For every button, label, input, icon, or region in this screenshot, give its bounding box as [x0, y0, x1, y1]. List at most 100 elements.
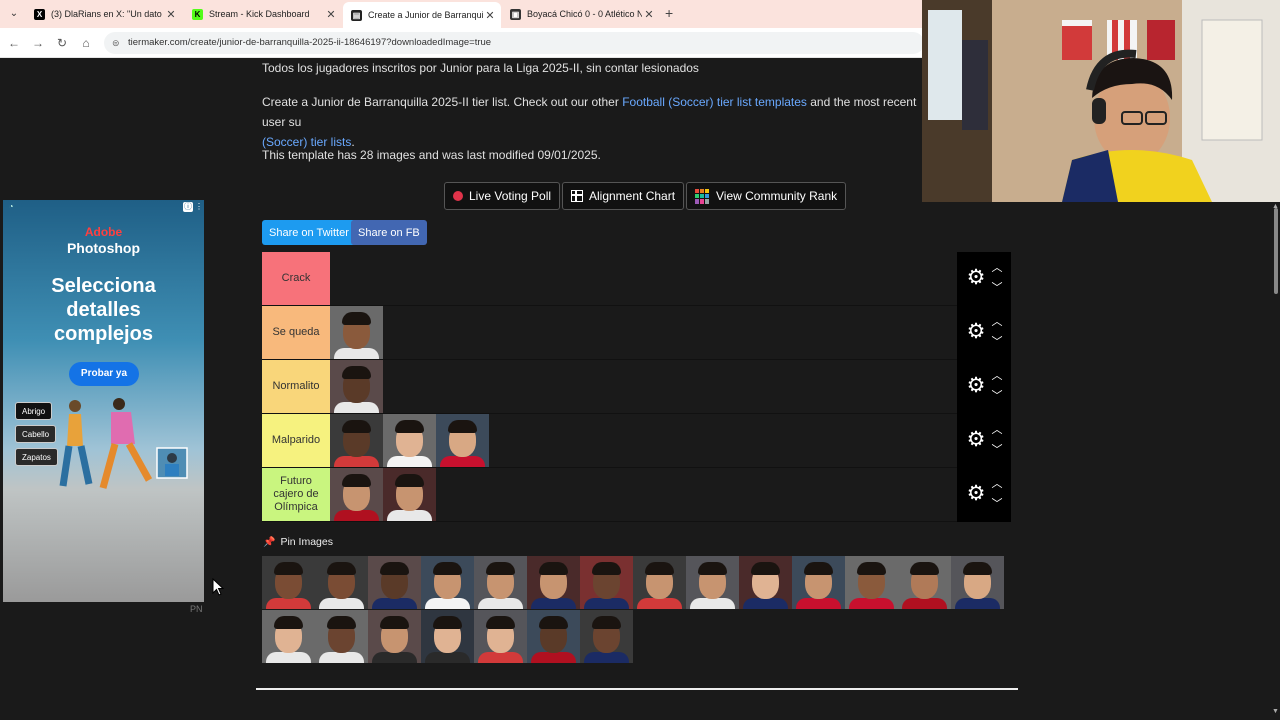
ad-info-icon[interactable]: ⓘ: [183, 202, 193, 212]
tier-row: Futuro cajero de Olímpica ⚙ ︿ ﹀: [262, 468, 1011, 522]
player-image[interactable]: [527, 610, 580, 663]
player-hair: [539, 616, 568, 629]
player-image[interactable]: [580, 610, 633, 663]
new-tab-icon[interactable]: +: [665, 5, 673, 21]
player-shirt: [334, 456, 379, 467]
tier-label[interactable]: Crack: [262, 252, 330, 305]
player-image[interactable]: [315, 610, 368, 663]
chevron-down-icon[interactable]: ﹀: [990, 444, 1004, 456]
gear-icon[interactable]: ⚙: [965, 321, 987, 343]
scroll-down-arrow-icon[interactable]: ▼: [1271, 708, 1280, 715]
tier-drop-zone[interactable]: [330, 414, 957, 467]
chevron-down-icon[interactable]: ﹀: [990, 498, 1004, 510]
mouse-cursor-icon: [212, 578, 224, 596]
close-icon[interactable]: ✕: [324, 8, 338, 21]
back-icon[interactable]: ←: [6, 35, 22, 51]
reload-icon[interactable]: ↻: [54, 35, 70, 51]
player-image[interactable]: [368, 610, 421, 663]
tier-drop-zone[interactable]: [330, 360, 957, 413]
chevron-up-icon[interactable]: ︿: [990, 478, 1004, 490]
player-image[interactable]: [368, 556, 421, 609]
player-image[interactable]: [383, 468, 436, 521]
tab-tiermaker[interactable]: ▤ Create a Junior de Barranquilla ✕: [343, 2, 501, 28]
player-image[interactable]: [739, 556, 792, 609]
player-image[interactable]: [580, 556, 633, 609]
scrollbar-thumb[interactable]: [1274, 208, 1278, 294]
ad-cta-button[interactable]: Probar ya: [69, 362, 139, 386]
gear-icon[interactable]: ⚙: [965, 429, 987, 451]
player-image[interactable]: [330, 360, 383, 413]
tier-label[interactable]: Futuro cajero de Olímpica: [262, 468, 330, 521]
player-hair: [539, 562, 568, 575]
gear-icon[interactable]: ⚙: [965, 375, 987, 397]
tier-label[interactable]: Se queda: [262, 306, 330, 359]
ad-close-icon[interactable]: ⋮: [194, 202, 204, 212]
ad-headline-line: Selecciona: [51, 275, 156, 297]
tier-drop-zone[interactable]: [330, 252, 957, 305]
forward-icon[interactable]: →: [30, 35, 46, 51]
player-image[interactable]: [898, 556, 951, 609]
kick-logo-icon: K: [192, 8, 203, 20]
url-field[interactable]: ⊜ tiermaker.com/create/junior-de-barranq…: [104, 32, 924, 54]
player-hair: [274, 562, 303, 575]
chevron-up-icon[interactable]: ︿: [990, 262, 1004, 274]
ad-chip[interactable]: Cabello: [15, 425, 57, 443]
gear-icon[interactable]: ⚙: [965, 267, 987, 289]
player-image[interactable]: [315, 556, 368, 609]
player-image[interactable]: [421, 610, 474, 663]
ad-choices-icon[interactable]: ◔: [6, 202, 16, 212]
ad-headline-line: detalles: [66, 299, 141, 321]
advertisement[interactable]: ◔ ⓘ ⋮ Adobe Photoshop Selecciona detalle…: [3, 200, 204, 602]
tier-label[interactable]: Malparido: [262, 414, 330, 467]
player-image[interactable]: [383, 414, 436, 467]
player-image[interactable]: [474, 610, 527, 663]
player-image[interactable]: [421, 556, 474, 609]
player-image[interactable]: [633, 556, 686, 609]
player-image[interactable]: [792, 556, 845, 609]
player-image[interactable]: [474, 556, 527, 609]
tab-search-icon[interactable]: ⌄: [6, 6, 22, 22]
player-image[interactable]: [845, 556, 898, 609]
live-voting-poll-button[interactable]: Live Voting Poll: [444, 182, 561, 210]
ad-chip[interactable]: Zapatos: [15, 448, 58, 466]
alignment-chart-button[interactable]: Alignment Chart: [562, 182, 685, 210]
player-hair: [698, 562, 727, 575]
player-image[interactable]: [951, 556, 1004, 609]
player-image[interactable]: [686, 556, 739, 609]
tab-kick-dashboard[interactable]: K Stream - Kick Dashboard ✕: [184, 2, 342, 26]
site-info-icon[interactable]: ⊜: [112, 32, 120, 54]
player-image[interactable]: [527, 556, 580, 609]
player-image[interactable]: [330, 306, 383, 359]
close-icon[interactable]: ✕: [642, 8, 656, 21]
scroll-up-arrow-icon[interactable]: ▲: [1271, 203, 1280, 210]
player-shirt: [531, 598, 576, 609]
player-image[interactable]: [330, 414, 383, 467]
tab-match[interactable]: ▣ Boyacá Chicó 0 - 0 Atlético Nac ✕: [502, 2, 660, 26]
player-image[interactable]: [436, 414, 489, 467]
chevron-up-icon[interactable]: ︿: [990, 316, 1004, 328]
view-community-rank-button[interactable]: View Community Rank: [686, 182, 847, 210]
tier-drop-zone[interactable]: [330, 468, 957, 521]
player-hair: [342, 312, 371, 325]
player-image[interactable]: [262, 610, 315, 663]
chevron-up-icon[interactable]: ︿: [990, 370, 1004, 382]
gear-icon[interactable]: ⚙: [965, 483, 987, 505]
chevron-down-icon[interactable]: ﹀: [990, 390, 1004, 402]
chevron-down-icon[interactable]: ﹀: [990, 282, 1004, 294]
player-image[interactable]: [262, 556, 315, 609]
ad-chip[interactable]: Abrigo: [15, 402, 53, 420]
share-twitter-button[interactable]: Share on Twitter: [262, 220, 356, 245]
close-icon[interactable]: ✕: [164, 8, 178, 21]
share-fb-button[interactable]: Share on FB: [351, 220, 427, 245]
tab-title: Create a Junior de Barranquilla: [368, 10, 483, 20]
tab-x-post[interactable]: X (3) DlaRians en X: "Un dato no ✕: [26, 2, 182, 26]
player-image[interactable]: [330, 468, 383, 521]
football-templates-link[interactable]: Football (Soccer) tier list templates: [622, 95, 807, 109]
chevron-up-icon[interactable]: ︿: [990, 424, 1004, 436]
home-icon[interactable]: ⌂: [78, 35, 94, 51]
tier-drop-zone[interactable]: [330, 306, 957, 359]
chevron-down-icon[interactable]: ﹀: [990, 336, 1004, 348]
tier-label[interactable]: Normalito: [262, 360, 330, 413]
close-icon[interactable]: ✕: [483, 9, 497, 22]
pin-images-header[interactable]: 📌 Pin Images: [263, 536, 333, 548]
